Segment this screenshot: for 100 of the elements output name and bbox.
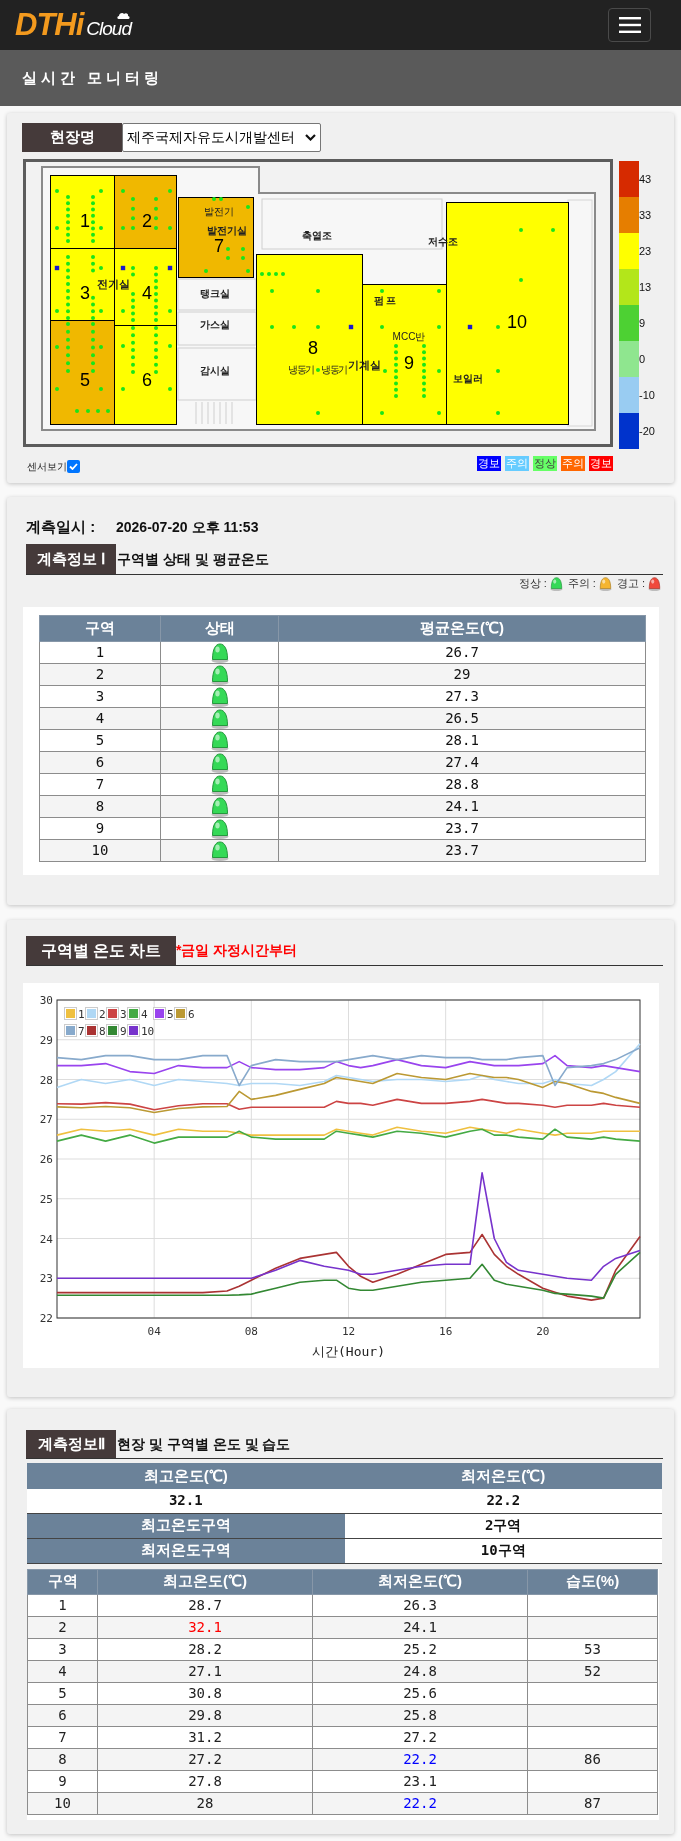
legend-label: 3 — [120, 1007, 127, 1021]
table-cell: 27.2 — [312, 1726, 528, 1748]
sensor-icon — [241, 247, 245, 251]
room-label: 냉동기 — [321, 365, 347, 375]
sensor-icon — [55, 387, 59, 391]
legend-swatch-icon — [85, 1007, 98, 1020]
table-cell: 23.1 — [312, 1770, 528, 1792]
table-cell: 31.2 — [97, 1726, 313, 1748]
room-label: 축열조 — [302, 231, 332, 241]
checkbox-label: 센서보기 — [27, 461, 67, 472]
table-cell: 9 — [27, 1770, 98, 1792]
legend-swatch-icon — [85, 1024, 98, 1037]
sensor-icon — [348, 324, 354, 330]
table-cell: 29 — [278, 663, 646, 686]
legend-swatch-icon — [153, 1007, 166, 1020]
table-cell: 22.2 — [312, 1748, 528, 1770]
sensor-checkbox[interactable] — [67, 460, 80, 473]
legend-chip: 주의 — [505, 456, 529, 471]
room-label: 발전기실 — [207, 226, 247, 236]
sensor-icon — [316, 325, 320, 329]
axis-tick-label: 22 — [39, 1312, 53, 1325]
column-header: 평균온도(℃) — [278, 615, 646, 642]
table-cell: 26.5 — [278, 707, 646, 730]
chevron-down-icon — [305, 134, 316, 141]
table-cell: 5 — [27, 1682, 98, 1704]
table-cell: 28.8 — [278, 773, 646, 796]
column-header: 최저온도(℃) — [344, 1463, 662, 1489]
legend-label: 9 — [120, 1024, 127, 1038]
axis-tick-label: 20 — [536, 1325, 550, 1338]
table-cell: 27.8 — [97, 1770, 313, 1792]
table-cell: 86 — [527, 1748, 658, 1770]
table-cell: 26.7 — [278, 641, 646, 664]
zone-number: 5 — [80, 371, 90, 389]
scale-label: -20 — [639, 425, 655, 437]
axis-tick-label: 29 — [39, 1033, 53, 1047]
scale-label: 9 — [639, 317, 646, 329]
column-header: 최저온도(℃) — [312, 1569, 528, 1594]
scale-label: 43 — [639, 173, 652, 185]
section-tag: 계측정보Ⅱ — [26, 1430, 116, 1458]
sensor-icon — [121, 189, 125, 193]
cloud-icon — [117, 12, 130, 19]
sensor-icon — [168, 344, 172, 348]
section-tag: 계측정보 Ⅰ — [26, 544, 116, 574]
sensor-icon — [55, 309, 59, 313]
sensor-icon — [99, 387, 103, 391]
datetime-value: 2026-07-20 오후 11:53 — [116, 517, 259, 537]
table-cell: 8 — [27, 1748, 98, 1770]
zone-number: 2 — [142, 212, 152, 230]
zone-number: 8 — [308, 339, 318, 357]
sensor-icon — [380, 325, 384, 329]
axis-tick-label: 23 — [39, 1272, 53, 1286]
sensor-icon — [168, 189, 172, 193]
section-title: 현장 및 구역별 온도 및 습도 — [117, 1434, 291, 1454]
sensor-icon — [168, 387, 172, 391]
table-cell: 7 — [27, 1726, 98, 1748]
table-cell: 28.7 — [97, 1594, 313, 1616]
legend-label: 6 — [188, 1007, 195, 1021]
legend-chip: 정상 — [533, 456, 557, 471]
table-cell: 7 — [39, 773, 161, 796]
room-label: 보일러 — [453, 374, 483, 384]
check-icon — [69, 463, 78, 470]
sensor-icon — [316, 289, 320, 293]
table-cell: 87 — [527, 1792, 658, 1814]
table-cell: 32.1 — [27, 1489, 345, 1513]
legend-label: 2 — [99, 1007, 106, 1021]
table-cell: 10구역 — [344, 1538, 662, 1563]
legend-swatch-icon — [106, 1007, 119, 1020]
legend-label: 경고 : — [616, 578, 645, 589]
axis-tick-label: 26 — [39, 1153, 53, 1166]
sensor-icon — [437, 325, 441, 329]
table-cell: 3 — [27, 1638, 98, 1660]
room-label: MCC반 — [392, 332, 426, 342]
chart-note: *금일 자정시간부터 — [176, 941, 298, 960]
sensor-icon — [154, 226, 158, 230]
zone-number: 7 — [214, 237, 224, 255]
sensor-icon — [270, 325, 274, 329]
table-cell: 28 — [97, 1792, 313, 1814]
legend-swatch-icon — [174, 1007, 187, 1020]
sensor-icon — [86, 409, 90, 413]
table-cell: 25.2 — [312, 1638, 528, 1660]
table-cell: 10 — [39, 839, 161, 862]
axis-tick-label: 08 — [244, 1325, 258, 1338]
table-cell: 4 — [27, 1660, 98, 1682]
sensor-icon — [75, 409, 79, 413]
site-select[interactable]: 제주국제자유도시개발센터 — [122, 123, 321, 152]
page-title: 실시간 모니터링 — [22, 69, 164, 87]
column-header: 최고온도(℃) — [27, 1463, 345, 1489]
legend-label: 주의 : — [567, 578, 596, 589]
sensor-icon — [55, 345, 59, 349]
section-title: 구역별 상태 및 평균온도 — [117, 549, 269, 569]
table-cell: 27.3 — [278, 685, 646, 708]
table-cell: 28.1 — [278, 729, 646, 752]
menu-button[interactable] — [608, 8, 651, 42]
room-label: 가스실 — [200, 320, 230, 330]
legend-swatch-icon — [127, 1024, 140, 1037]
sensor-icon — [496, 411, 500, 415]
axis-title: 시간(Hour) — [312, 1344, 385, 1359]
legend-label: 8 — [99, 1024, 106, 1038]
legend-label: 1 — [78, 1007, 85, 1021]
axis-tick-label: 30 — [39, 994, 53, 1007]
